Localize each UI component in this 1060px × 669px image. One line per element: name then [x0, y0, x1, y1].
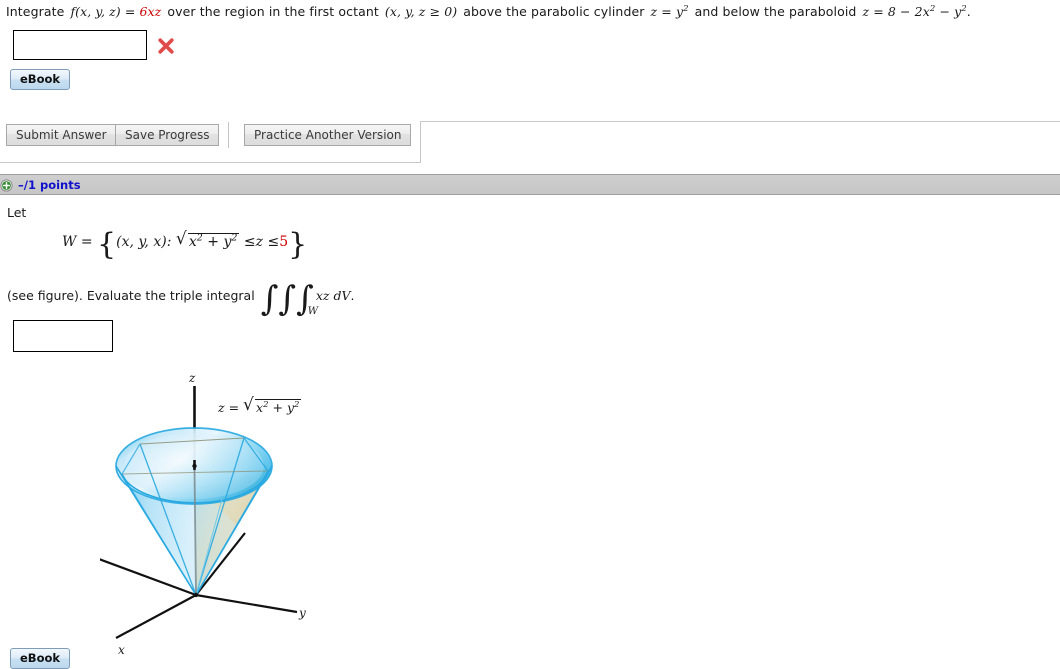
- statement-equals: =: [124, 4, 136, 19]
- statement-paraboloid-lhs: z: [862, 4, 870, 19]
- statement-mid-3: and below the paraboloid: [694, 4, 857, 19]
- statement-paraboloid-equals: =: [873, 4, 884, 19]
- integral-domain-subscript: W: [307, 306, 318, 317]
- statement-function-value: 6xz: [139, 4, 162, 19]
- set-open-brace: {: [97, 227, 117, 262]
- set-name: W: [62, 234, 77, 250]
- statement-function-name: f(x, y, z): [70, 4, 121, 19]
- set-tuple: (x, y, x):: [116, 234, 172, 250]
- cone-equation-radical: x2 + y2: [243, 395, 302, 415]
- question-2-set-definition: W = {(x, y, x): x2 + y2 ≤z ≤5}: [62, 229, 307, 260]
- integral-sign-2: ∫: [278, 279, 297, 319]
- cone-center-point: [192, 463, 197, 469]
- evaluate-period: .: [350, 288, 355, 303]
- practice-another-version-button[interactable]: Practice Another Version: [244, 124, 412, 146]
- action-bar-separator: [228, 122, 229, 148]
- set-close-brace: }: [288, 227, 308, 262]
- points-label: –/1 points: [18, 178, 81, 192]
- axis-label-y: y: [298, 606, 306, 620]
- question-1-statement: Integrate f(x, y, z) = 6xz over the region…: [6, 4, 971, 19]
- set-radical: x2 + y2: [176, 229, 240, 250]
- question-2-evaluate-line: (see figure). Evaluate the triple integr…: [7, 279, 355, 319]
- cone-radicand-y: y: [286, 400, 295, 415]
- set-radicand: x2 + y2: [187, 232, 240, 250]
- statement-octant-condition: (x, y, z ≥ 0): [384, 4, 458, 19]
- statement-lead: Integrate: [6, 4, 65, 19]
- plus-circle-icon[interactable]: [0, 179, 13, 192]
- statement-mid-1: over the region in the first octant: [167, 4, 379, 19]
- set-upper-bound: 5: [279, 234, 289, 250]
- set-variable-z: z: [255, 234, 264, 250]
- x-axis-front: [115, 594, 197, 639]
- save-progress-button[interactable]: Save Progress: [115, 124, 220, 146]
- cone-radicand-x-exponent: 2: [263, 399, 269, 410]
- radicand-x-exponent: 2: [196, 232, 203, 244]
- cone-radicand-y-exponent: 2: [294, 399, 300, 410]
- action-bar: Submit Answer Save Progress Practice Ano…: [0, 114, 1060, 170]
- statement-paraboloid-rhs-2: − y: [939, 4, 962, 19]
- points-bar: –/1 points: [0, 174, 1060, 195]
- radicand-y-exponent: 2: [231, 232, 238, 244]
- cone-equation-lhs: z: [218, 400, 225, 415]
- ebook-button-bottom[interactable]: eBook: [10, 648, 71, 669]
- radicand-plus: +: [207, 234, 220, 250]
- axis-label-z: z: [188, 371, 196, 385]
- incorrect-answer-icon: [158, 38, 174, 54]
- action-bar-tab-frame: [420, 121, 1060, 163]
- statement-paraboloid-exponent-1: 2: [929, 3, 936, 14]
- statement-cylinder-equals: =: [661, 4, 672, 19]
- statement-period: .: [966, 4, 971, 19]
- cone-figure: z x y z = √ x2 + y2: [100, 370, 330, 655]
- set-equals: =: [80, 234, 93, 250]
- cone-equation-label: z = x2 + y2: [218, 395, 302, 415]
- triple-integral-symbol: ∫∫∫ W: [260, 279, 318, 319]
- question-2-answer-input[interactable]: [13, 320, 113, 352]
- action-bar-underline: [0, 162, 420, 163]
- statement-cylinder-lhs: z: [650, 4, 658, 19]
- ebook-button[interactable]: eBook: [10, 69, 71, 90]
- set-le-1: ≤: [243, 234, 256, 250]
- submit-answer-button[interactable]: Submit Answer: [6, 124, 117, 146]
- question-1-answer-input[interactable]: [13, 30, 147, 60]
- statement-mid-2: above the parabolic cylinder: [463, 4, 645, 19]
- cone-equation-equals: =: [228, 400, 240, 415]
- integrand: xz dV: [315, 288, 351, 303]
- statement-paraboloid-rhs: 8 − 2x: [887, 4, 930, 19]
- see-figure-text: (see figure). Evaluate the triple integr…: [7, 288, 255, 303]
- cone-radicand-plus: +: [272, 400, 283, 415]
- statement-cylinder-exponent: 2: [683, 3, 689, 14]
- integral-sign-1: ∫: [260, 279, 279, 319]
- radicand-x: x: [188, 234, 197, 250]
- question-2-let-text: Let: [7, 205, 27, 220]
- cone-apex-point: [193, 592, 199, 598]
- set-le-2: ≤: [267, 234, 280, 250]
- y-axis-front: [195, 593, 298, 614]
- cone-equation-radicand: x2 + y2: [255, 399, 302, 415]
- axis-label-x: x: [118, 643, 125, 655]
